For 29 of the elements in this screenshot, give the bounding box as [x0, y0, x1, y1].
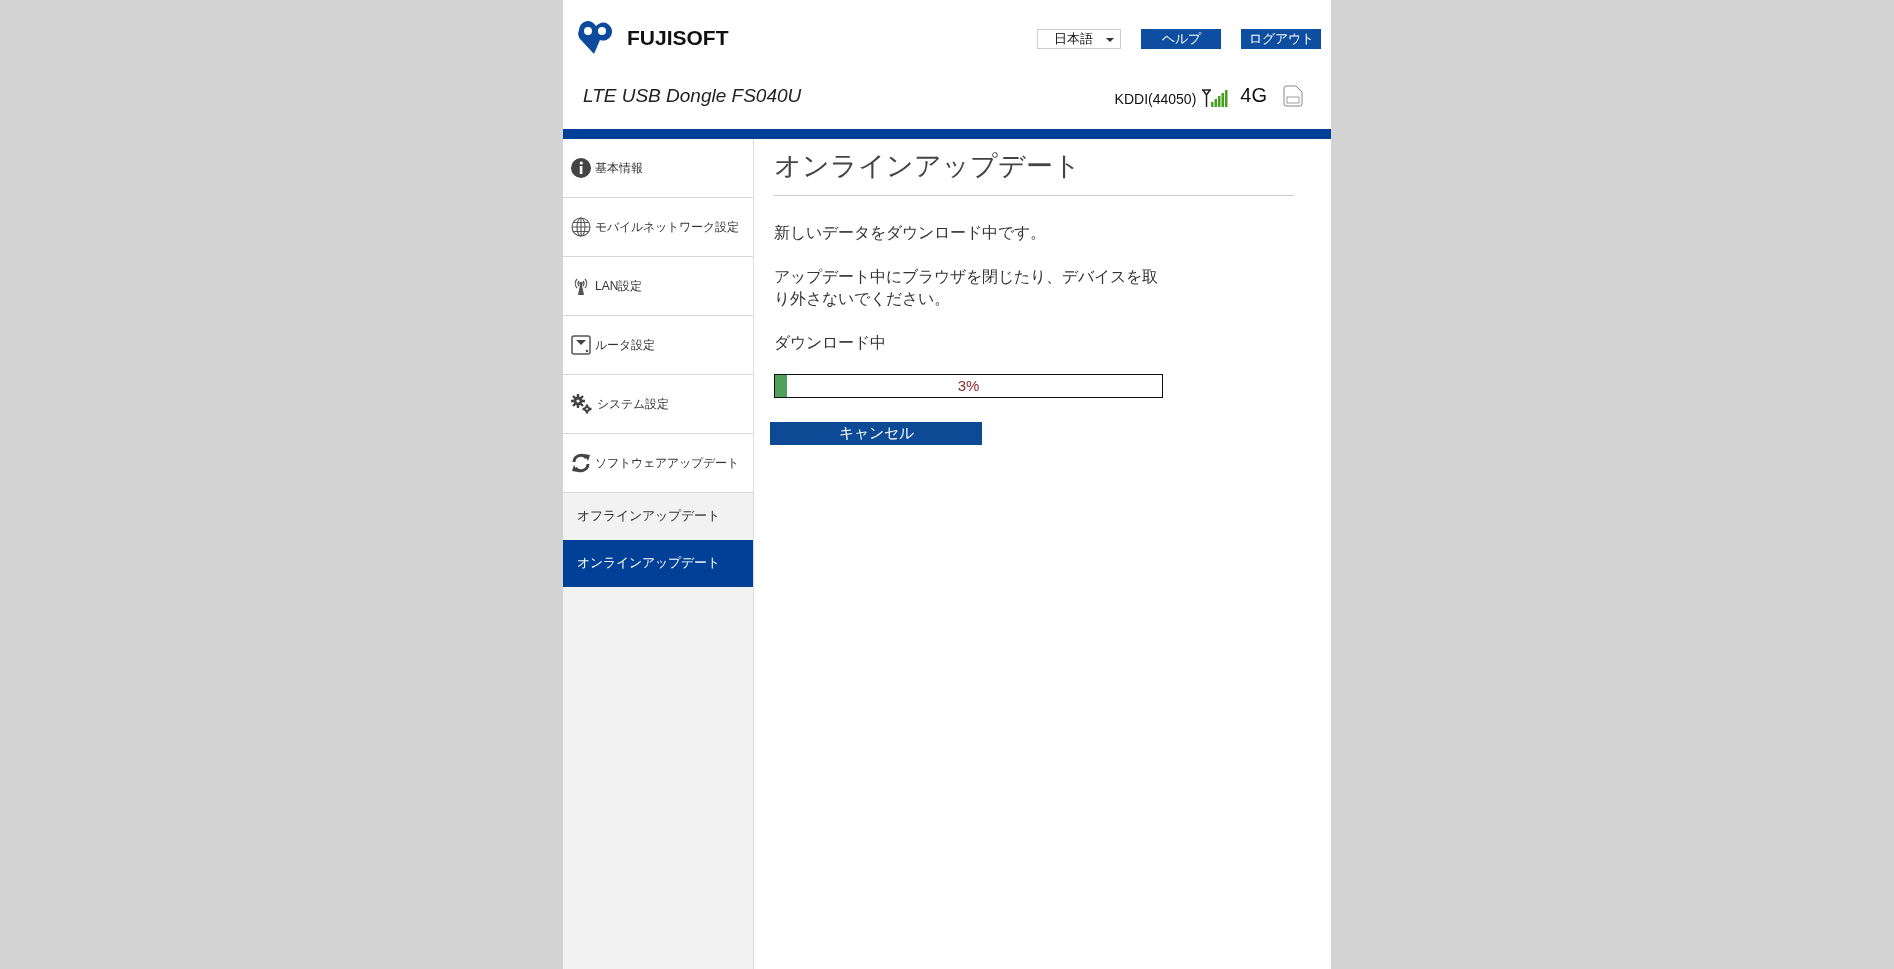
product-name: LTE USB Dongle FS040U [583, 84, 802, 107]
sidebar-item[interactable]: 基本情報 [563, 139, 753, 198]
message-text: 新しいデータをダウンロード中です。 [774, 223, 1047, 243]
sidebar-item[interactable]: ルータ設定 [563, 316, 753, 375]
caret-icon [1106, 38, 1114, 42]
brand-name: FUJISOFT [627, 26, 729, 50]
sidebar-item[interactable]: モバイルネットワーク設定 [563, 198, 753, 257]
sidebar-item[interactable]: LAN設定 [563, 257, 753, 316]
sim-card-icon [1283, 85, 1303, 107]
globe-icon [571, 217, 591, 237]
header-button[interactable]: ヘルプ [1141, 29, 1221, 49]
gears-icon [571, 394, 593, 414]
sidebar-item[interactable]: ソフトウェアアップデート [563, 434, 753, 493]
network-type: 4G [1240, 84, 1267, 107]
progress-reading: 3% [956, 376, 981, 396]
sidebar-subitem[interactable]: オフラインアップデート [563, 493, 753, 540]
page-title: オンラインアップデート [774, 150, 1082, 183]
message-text: アップデート中にブラウザを閉じたり、デバイスを取り外さないでください。 [774, 267, 1159, 309]
info-icon [571, 158, 591, 178]
language-select[interactable]: 日本語 [1037, 29, 1121, 49]
signal-icon [1202, 89, 1229, 107]
carrier-name: KDDI(44050) [1114, 91, 1197, 107]
header-button[interactable]: ログアウト [1241, 29, 1321, 49]
sidebar-subitem[interactable]: オンラインアップデート [563, 540, 753, 587]
sidebar-item[interactable]: システム設定 [563, 375, 753, 434]
refresh-icon [571, 453, 591, 473]
progress-label: ダウンロード中 [774, 333, 887, 353]
router-icon [571, 335, 591, 355]
cancel-button[interactable]: キャンセル [770, 422, 982, 445]
